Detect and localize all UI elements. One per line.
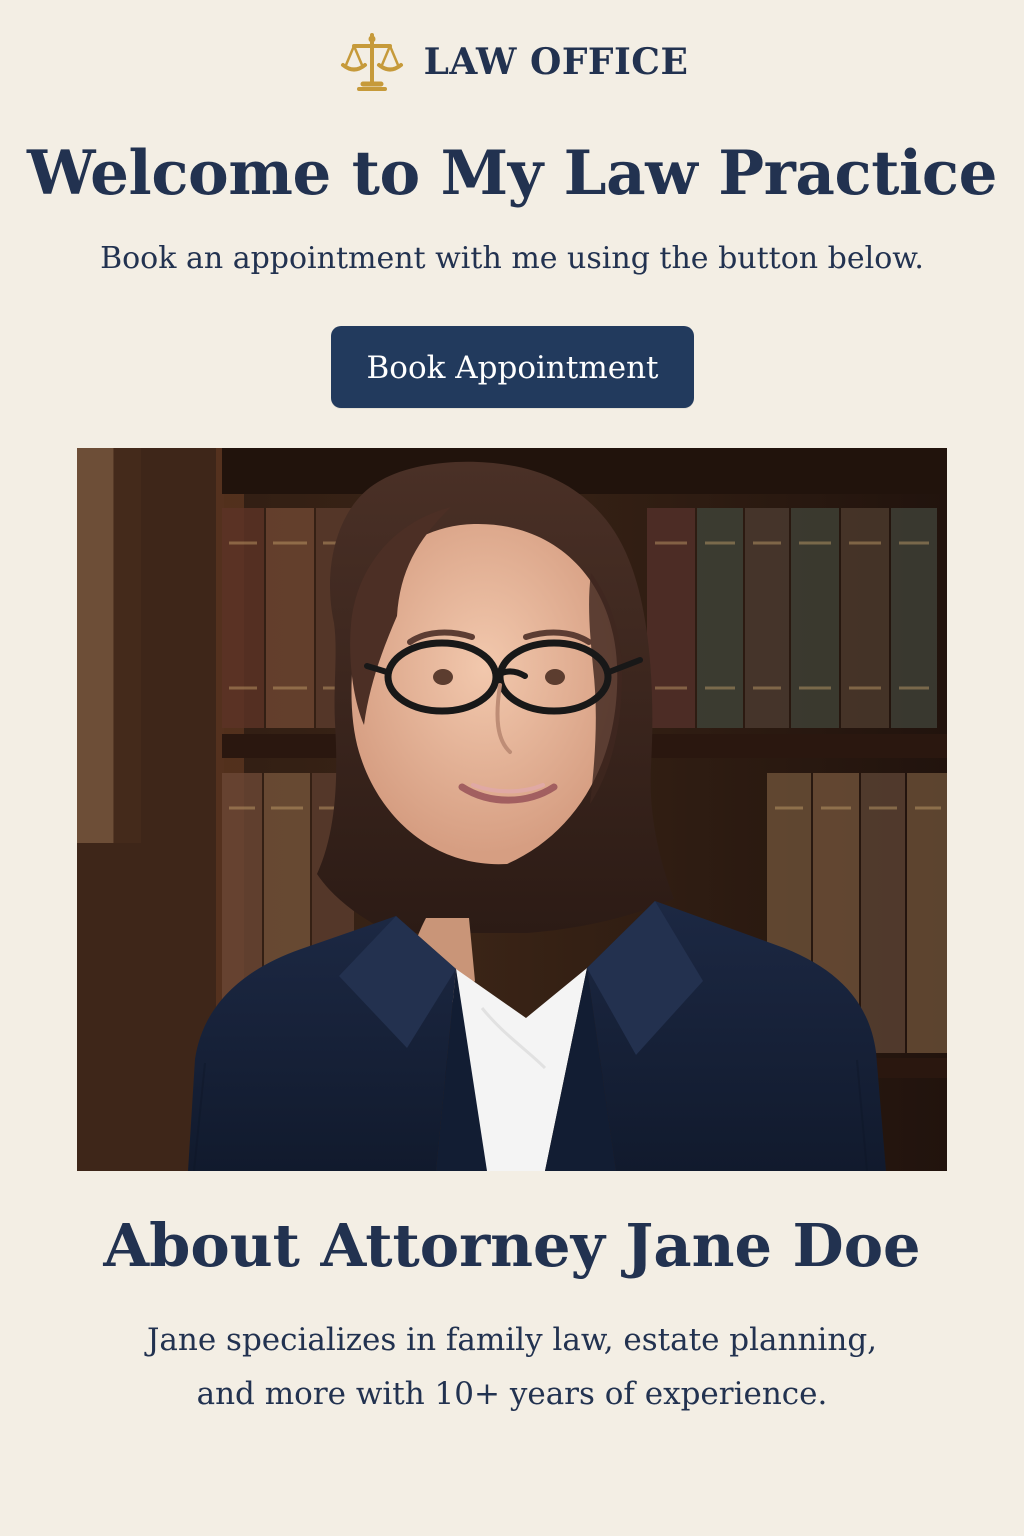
- about-title: About Attorney Jane Doe: [103, 1211, 921, 1280]
- brand-name: LAW OFFICE: [423, 41, 689, 83]
- hero-subtitle: Book an appointment with me using the bu…: [100, 241, 924, 276]
- about-line-2: and more with 10+ years of experience.: [196, 1376, 828, 1412]
- about-line-1: Jane specializes in family law, estate p…: [146, 1322, 878, 1358]
- about-description: Jane specializes in family law, estate p…: [0, 1313, 1024, 1421]
- book-appointment-button[interactable]: Book Appointment: [331, 326, 694, 408]
- scales-of-justice-icon: [336, 26, 408, 98]
- attorney-photo: [77, 448, 947, 1171]
- hero-title: Welcome to My Law Practice: [27, 138, 997, 209]
- site-header: LAW OFFICE: [0, 26, 1024, 98]
- law-practice-page: LAW OFFICE Welcome to My Law Practice Bo…: [0, 0, 1024, 1536]
